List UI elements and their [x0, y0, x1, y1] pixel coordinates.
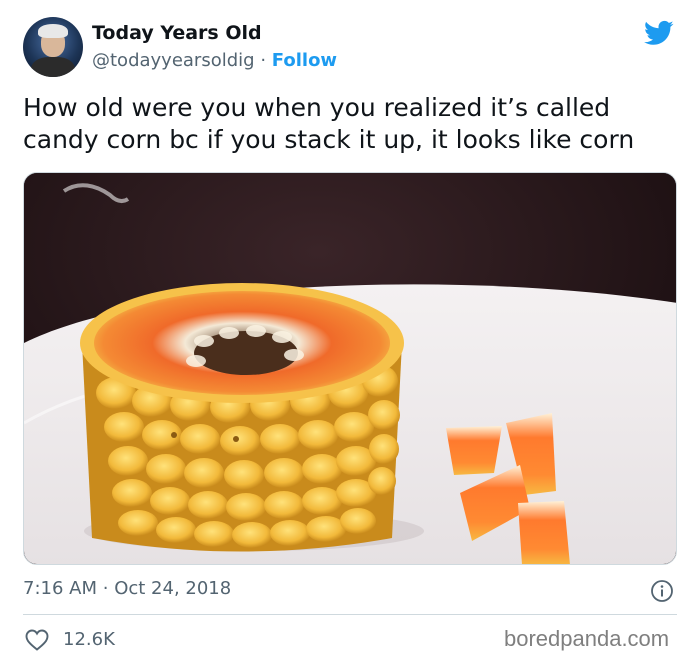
- handle-separator: ·: [260, 50, 267, 71]
- divider: [23, 614, 677, 615]
- user-handle[interactable]: @todayyearsoldig: [92, 50, 255, 71]
- tweet-card: Today Years Old @todayyearsoldig · Follo…: [0, 0, 700, 669]
- heart-icon[interactable]: [25, 629, 49, 651]
- candy-corn-photo: [24, 173, 676, 564]
- source-watermark: boredpanda.com: [504, 626, 670, 651]
- tweet-time: 7:16 AM: [23, 578, 97, 599]
- tweet-date: Oct 24, 2018: [114, 578, 232, 599]
- twitter-bird-icon[interactable]: [642, 18, 676, 48]
- like-count: 12.6K: [63, 629, 115, 650]
- tweet-text-line: How old were you when you realized it’s …: [23, 93, 611, 122]
- info-icon[interactable]: [650, 579, 674, 603]
- display-name[interactable]: Today Years Old: [92, 22, 262, 44]
- avatar[interactable]: [23, 17, 83, 77]
- tweet-text: How old were you when you realized it’s …: [23, 92, 683, 156]
- tweet-timestamp[interactable]: 7:16 AM · Oct 24, 2018: [23, 578, 231, 599]
- tweet-media-image[interactable]: [23, 172, 677, 565]
- timestamp-separator: ·: [102, 578, 109, 599]
- corn-cob-stack: [80, 283, 404, 552]
- handle-row: @todayyearsoldig · Follow: [92, 50, 337, 71]
- follow-button[interactable]: Follow: [272, 50, 337, 71]
- tweet-text-line: candy corn bc if you stack it up, it loo…: [23, 125, 635, 154]
